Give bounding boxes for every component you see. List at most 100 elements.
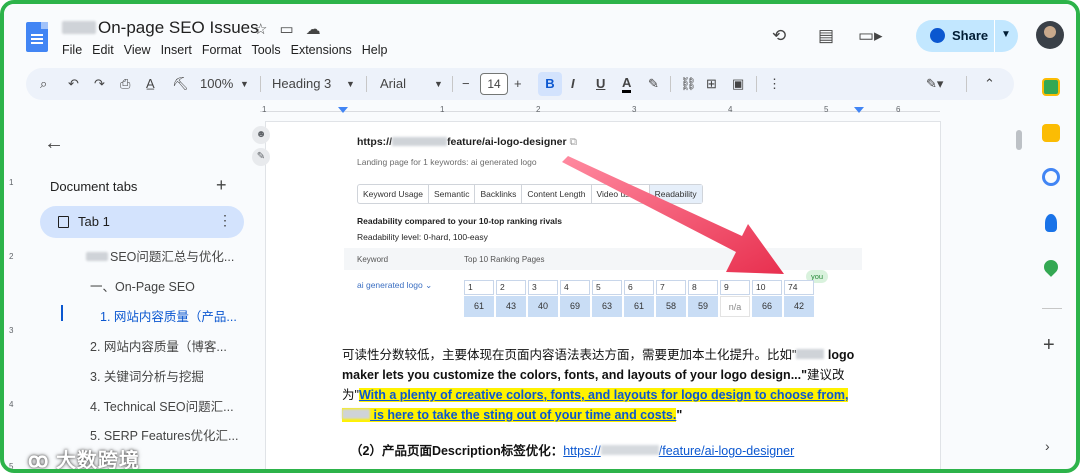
- ruler-mark: 6: [896, 105, 901, 114]
- tab-1[interactable]: Tab 1 ⋮: [40, 206, 244, 238]
- decrease-font-icon[interactable]: −: [462, 75, 470, 93]
- editing-mode-icon[interactable]: ✎▾: [926, 75, 943, 93]
- close-panel-arrow-icon[interactable]: ←: [44, 132, 64, 155]
- ruler-mark: 1: [440, 105, 445, 114]
- search-menus-icon[interactable]: ⌕: [40, 75, 47, 93]
- bold-button[interactable]: B: [538, 72, 562, 96]
- outline-item[interactable]: 3. 关键词分析与挖掘: [90, 366, 204, 385]
- top-right-controls: ⟲ ▤ ▭▸ Share ▼: [746, 18, 1076, 54]
- meet-icon[interactable]: ▭▸: [858, 26, 883, 46]
- red-arrow-annotation: [562, 156, 784, 274]
- ruler-mark: 4: [728, 105, 733, 114]
- menu-help[interactable]: Help: [362, 43, 388, 57]
- watermark-logo: ꝏ 大数跨境: [28, 450, 140, 472]
- horizontal-ruler[interactable]: 1 1 2 3 4 5 6: [260, 105, 940, 121]
- tab-label: Tab 1: [78, 214, 110, 229]
- style-select[interactable]: Heading 3: [272, 75, 331, 93]
- spellcheck-icon[interactable]: A̲: [146, 75, 155, 93]
- outline-item-active[interactable]: 1. 网站内容质量（产品...: [100, 306, 237, 325]
- keep-icon[interactable]: [1042, 124, 1060, 142]
- comments-icon[interactable]: ▤: [818, 26, 834, 46]
- insert-link-icon[interactable]: ⛓: [680, 75, 697, 93]
- menu-view[interactable]: View: [124, 43, 151, 57]
- body-paragraph-1[interactable]: 可读性分数较低，主要体现在页面内容语法表达方面，需要更加本土化提升。比如" lo…: [342, 345, 862, 425]
- right-indent-marker-icon[interactable]: [854, 107, 864, 113]
- insert-image-icon[interactable]: ▣: [732, 75, 744, 93]
- menu-file[interactable]: File: [62, 43, 82, 57]
- scrollbar-thumb[interactable]: [1016, 130, 1022, 150]
- app-frame: On-page SEO Issues ☆ ▭ ☁ File Edit View …: [0, 0, 1080, 473]
- share-dropdown-icon[interactable]: ▼: [1001, 29, 1011, 40]
- font-dropdown-icon[interactable]: ▼: [434, 75, 443, 93]
- menu-extensions[interactable]: Extensions: [291, 43, 352, 57]
- avatar[interactable]: [1036, 21, 1064, 49]
- text-color-button[interactable]: A: [622, 75, 632, 93]
- formatting-toolbar: ⌕ ↶ ↷ ⎙ A̲ ⛏ 100% ▼ Heading 3 ▼ Arial ▼ …: [26, 68, 1014, 100]
- show-side-panel-icon[interactable]: ›: [1045, 438, 1050, 454]
- font-select[interactable]: Arial: [380, 75, 406, 93]
- vruler-mark: 4: [9, 400, 14, 409]
- increase-font-icon[interactable]: +: [514, 75, 522, 93]
- maps-icon[interactable]: [1041, 257, 1061, 277]
- menu-format[interactable]: Format: [202, 43, 242, 57]
- move-folder-icon[interactable]: ▭: [279, 20, 293, 38]
- italic-button[interactable]: I: [571, 75, 575, 93]
- indent-marker-icon[interactable]: [338, 107, 348, 113]
- cloud-status-icon[interactable]: ☁: [306, 20, 321, 38]
- underline-button[interactable]: U: [596, 75, 605, 93]
- tasks-icon[interactable]: [1042, 168, 1060, 186]
- redo-icon[interactable]: ↷: [94, 75, 105, 93]
- add-comment-icon[interactable]: ⊞: [706, 75, 717, 93]
- outline-item[interactable]: SEO问题汇总与优化...: [86, 246, 234, 265]
- menu-tools[interactable]: Tools: [251, 43, 280, 57]
- docs-logo-icon[interactable]: [26, 22, 48, 52]
- outline-item[interactable]: 4. Technical SEO问题汇...: [90, 396, 234, 415]
- menu-bar: File Edit View Insert Format Tools Exten…: [62, 43, 388, 57]
- ruler-mark: 1: [262, 105, 267, 114]
- outline-item[interactable]: 5. SERP Features优化汇...: [90, 425, 238, 444]
- side-apps-panel: + ›: [1032, 68, 1072, 469]
- zoom-dropdown-icon[interactable]: ▼: [240, 75, 249, 93]
- add-tab-icon[interactable]: +: [216, 175, 227, 196]
- vruler-mark: 3: [9, 326, 14, 335]
- more-options-icon[interactable]: ⋮: [768, 75, 781, 93]
- outline-item[interactable]: 一、On-Page SEO: [90, 276, 195, 295]
- globe-icon: [930, 28, 945, 43]
- menu-insert[interactable]: Insert: [161, 43, 192, 57]
- ruler-mark: 2: [536, 105, 541, 114]
- vertical-ruler[interactable]: 1 2 3 4 5: [9, 122, 21, 471]
- zoom-select[interactable]: 100%: [200, 75, 233, 93]
- style-dropdown-icon[interactable]: ▼: [346, 75, 355, 93]
- print-icon[interactable]: ⎙: [120, 75, 130, 93]
- tab-options-icon[interactable]: ⋮: [218, 212, 232, 229]
- title-bar: On-page SEO Issues ☆ ▭ ☁ File Edit View …: [4, 4, 1076, 64]
- document-icon: [58, 216, 69, 228]
- get-addons-icon[interactable]: +: [1043, 334, 1055, 357]
- share-label: Share: [952, 28, 989, 43]
- contacts-icon[interactable]: [1045, 214, 1057, 232]
- product-page-link[interactable]: https:///feature/ai-logo-designer: [563, 444, 794, 458]
- collapse-menus-icon[interactable]: ⌃: [984, 75, 995, 93]
- vruler-mark: 5: [9, 462, 14, 471]
- edit-suggestion-icon[interactable]: ✎: [252, 148, 270, 166]
- title-icons: ☆ ▭ ☁: [254, 20, 321, 38]
- embedded-screenshot-image[interactable]: https://feature/ai-logo-designer ⧉ Landi…: [344, 128, 864, 328]
- document-tabs-panel: ← Document tabs + Tab 1 ⋮ SEO问题汇总与优化... …: [26, 122, 250, 469]
- calendar-icon[interactable]: [1042, 78, 1060, 96]
- document-tabs-heading: Document tabs: [50, 179, 138, 194]
- gemini-bot-icon[interactable]: ☻: [252, 126, 270, 144]
- ruler-mark: 3: [632, 105, 637, 114]
- star-icon[interactable]: ☆: [254, 20, 267, 38]
- share-button[interactable]: Share ▼: [916, 20, 1018, 52]
- undo-icon[interactable]: ↶: [68, 75, 79, 93]
- highlight-color-icon[interactable]: ✎: [648, 75, 659, 93]
- document-title[interactable]: On-page SEO Issues: [62, 18, 259, 38]
- font-size-input[interactable]: 14: [480, 73, 508, 95]
- highlighted-suggestion: With a plenty of creative colors, fonts,…: [342, 388, 849, 422]
- version-history-icon[interactable]: ⟲: [772, 26, 786, 46]
- body-paragraph-2[interactable]: （2）产品页面Description标签优化：https:///feature/…: [350, 440, 794, 459]
- outline-item[interactable]: 2. 网站内容质量（博客...: [90, 336, 227, 355]
- vruler-mark: 2: [9, 252, 14, 261]
- paint-format-icon[interactable]: ⛏: [172, 75, 189, 93]
- menu-edit[interactable]: Edit: [92, 43, 114, 57]
